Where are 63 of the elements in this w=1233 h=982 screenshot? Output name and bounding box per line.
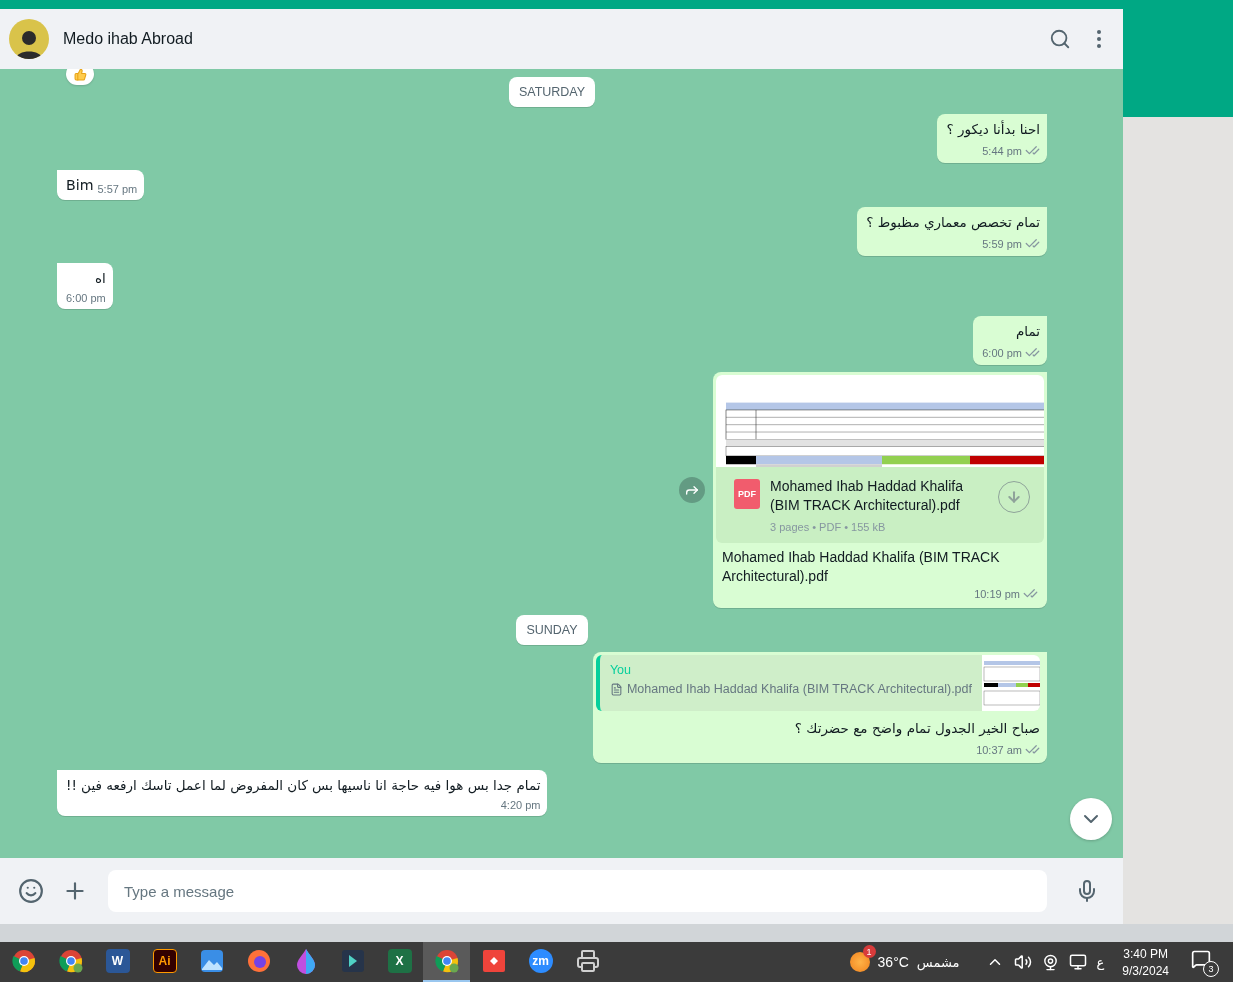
message-text: صباح الخير الجدول تمام واضح مع حضرتك ؟: [794, 719, 1040, 738]
document-icon: [609, 682, 623, 696]
volume-icon[interactable]: [1013, 953, 1032, 971]
message-time: 5:57 pm: [97, 183, 138, 195]
message-text: تمام جدا بس هوا فيه حاجة انا ناسيها بس كان المفروض لما اعمل تاسك ارفعه فين !!: [66, 776, 541, 795]
document-card[interactable]: PDF Mohamed Ihab Haddad Khalifa (BIM TRACK Architectural).pdf 3 pages • PDF • 155 kB: [716, 375, 1044, 543]
camera-icon[interactable]: [1041, 953, 1059, 971]
drop-icon: [295, 948, 316, 974]
message-time: 6:00 pm: [66, 292, 106, 304]
download-icon: [1006, 489, 1022, 505]
quoted-file-name: Mohamed Ihab Haddad Khalifa (BIM TRACK Architectural).pdf: [626, 682, 972, 696]
message-input[interactable]: Type a message: [108, 870, 1047, 912]
message-text: Mohamed Ihab Haddad Khalifa (BIM TRACK Architectural).pdf: [721, 548, 1001, 586]
chrome-icon: [434, 949, 459, 973]
taskbar-app-button[interactable]: W: [94, 942, 141, 982]
weather-condition: مشمس: [916, 954, 960, 970]
chrome-icon: [11, 949, 36, 973]
language-indicator[interactable]: ع: [1096, 954, 1105, 970]
file-details: 3 pages • PDF • 155 kB: [770, 521, 887, 533]
search-icon: [1049, 28, 1071, 50]
word-icon: W: [105, 949, 130, 973]
quote-author: You: [609, 663, 632, 677]
clock-time: 3:40 PM: [1123, 946, 1168, 961]
message-time: 10:37 am: [976, 743, 1022, 756]
menu-icon: [1097, 30, 1101, 48]
clock-date: 9/3/2024: [1122, 963, 1169, 978]
scroll-down-button[interactable]: [1070, 798, 1112, 840]
contact-name[interactable]: Medo ihab Abroad: [63, 30, 1029, 48]
smiley-icon: [18, 878, 44, 904]
printer-icon: [575, 949, 600, 973]
message-time: 10:19 pm: [974, 587, 1020, 600]
file-name: Mohamed Ihab Haddad Khalifa (BIM TRACK Architectural).pdf: [770, 477, 965, 515]
date-label: SUNDAY: [516, 615, 588, 645]
notifications-button[interactable]: 3: [1187, 947, 1219, 977]
notifications-icon: [1191, 949, 1211, 969]
message-time: 6:00 pm: [982, 346, 1022, 359]
thumbs-up-icon: [73, 69, 87, 81]
message-time: 5:59 pm: [982, 237, 1022, 250]
weather-badge: 1: [862, 945, 876, 958]
illustrator-icon: Ai: [152, 949, 177, 973]
pdf-file-icon: PDF: [734, 479, 760, 509]
message-time: 5:44 pm: [982, 144, 1022, 157]
notification-count: 3: [1203, 961, 1219, 977]
photos-icon: [199, 949, 224, 973]
zoom-icon: zm: [528, 949, 553, 973]
clock[interactable]: 3:40 PM 9/3/2024: [1114, 946, 1177, 978]
message-text: اه: [94, 269, 106, 288]
temperature: 36°C: [877, 954, 909, 970]
avatar[interactable]: [9, 19, 49, 59]
chrome-icon: [58, 949, 83, 973]
message-text: Bim: [66, 176, 94, 195]
message-text: احنا بدأنا ديكور ؟: [946, 120, 1040, 139]
date-label: SATURDAY: [508, 77, 596, 107]
forward-button[interactable]: [679, 477, 705, 503]
excel-icon: X: [387, 949, 412, 973]
message-text: تمام: [1015, 322, 1040, 341]
message-text: تمام تخصص معماري مظبوط ؟: [866, 213, 1040, 232]
quoted-message[interactable]: You Mohamed Ihab Haddad Khalifa (BIM TRACK Architectural).pdf: [595, 655, 1040, 711]
message-time: 4:20 pm: [500, 799, 541, 811]
taskbar-app-button[interactable]: X: [376, 942, 423, 982]
taskbar-app-button[interactable]: [423, 942, 470, 982]
taskbar-app-button[interactable]: Ai: [141, 942, 188, 982]
document-thumbnail-drawing: [982, 655, 1040, 711]
